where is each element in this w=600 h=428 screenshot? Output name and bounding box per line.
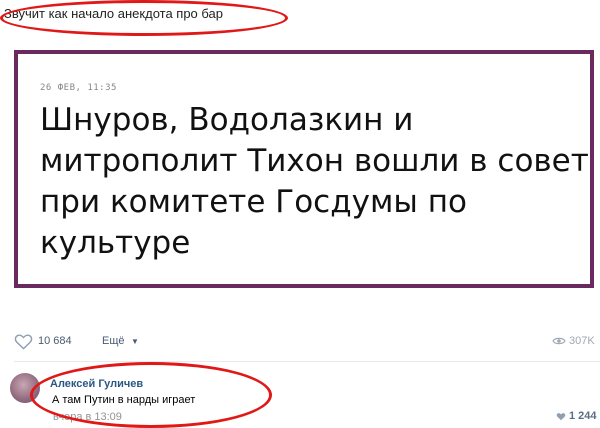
more-button[interactable]: Ещё [102,335,125,347]
likes-count: 10 684 [38,335,72,347]
eye-icon [552,337,566,345]
post-actions: 10 684 Ещё ▼ 307K [14,333,600,353]
highlight-oval-caption [0,0,288,36]
news-date: 26 ФЕВ, 11:35 [40,83,117,93]
heart-icon[interactable] [14,333,33,350]
divider [14,361,600,362]
highlight-oval-comment [30,362,272,428]
chevron-down-icon[interactable]: ▼ [131,337,139,346]
heart-icon[interactable] [556,412,566,421]
comment-likes-count: 1 244 [569,410,597,422]
views-count: 307K [569,335,595,347]
news-card[interactable]: 26 ФЕВ, 11:35 Шнуров, Водолазкин и митро… [14,50,594,288]
news-headline: Шнуров, Водолазкин и митрополит Тихон во… [40,102,589,261]
